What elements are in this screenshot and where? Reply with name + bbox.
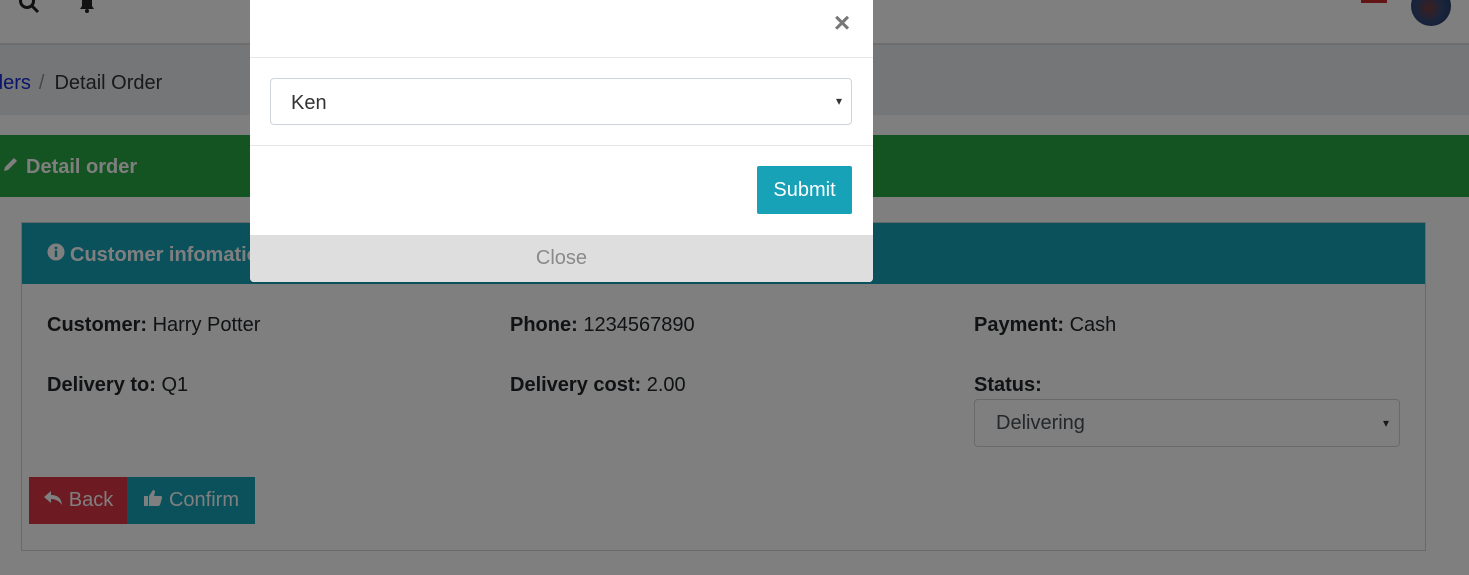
assign-modal: × Ken ▾ Submit Close	[250, 0, 873, 282]
chevron-down-icon: ▾	[836, 94, 843, 108]
close-icon[interactable]: ×	[830, 8, 854, 38]
assignee-select-value: Ken	[291, 92, 327, 114]
modal-header-divider	[250, 57, 873, 58]
assignee-select[interactable]: Ken ▾	[270, 78, 852, 125]
submit-button[interactable]: Submit	[757, 166, 852, 214]
modal-close-button[interactable]: Close	[250, 235, 873, 282]
modal-footer-divider	[250, 145, 873, 146]
